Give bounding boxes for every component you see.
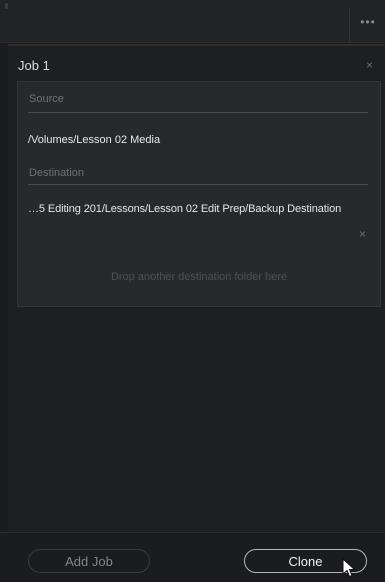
panel-footer: Add Job Clone bbox=[0, 532, 385, 582]
clone-tool-panel: ••• Job 1 × Source /Volumes/Lesson 02 Me… bbox=[0, 0, 385, 582]
remove-destination-icon[interactable]: × bbox=[359, 228, 366, 240]
source-path[interactable]: /Volumes/Lesson 02 Media bbox=[28, 134, 160, 146]
destination-divider bbox=[28, 184, 368, 185]
source-divider bbox=[28, 112, 368, 113]
job-title: Job 1 bbox=[18, 58, 50, 73]
source-label: Source bbox=[29, 93, 64, 105]
ellipsis-icon[interactable]: ••• bbox=[358, 14, 378, 30]
job-card: Job 1 × Source /Volumes/Lesson 02 Media … bbox=[8, 47, 385, 567]
close-job-icon[interactable]: × bbox=[366, 58, 373, 72]
drop-destination-hint[interactable]: Drop another destination folder here bbox=[18, 271, 380, 283]
mouse-pointer-icon bbox=[342, 558, 356, 578]
panel-header: ••• bbox=[0, 0, 385, 43]
header-divider bbox=[349, 8, 350, 42]
destination-label: Destination bbox=[29, 167, 85, 179]
job-details-box: Source /Volumes/Lesson 02 Media Destinat… bbox=[17, 81, 381, 307]
header-underline bbox=[8, 44, 385, 46]
add-job-button[interactable]: Add Job bbox=[28, 549, 150, 573]
destination-path[interactable]: …5 Editing 201/Lessons/Lesson 02 Edit Pr… bbox=[28, 203, 341, 215]
header-accent bbox=[5, 3, 8, 9]
